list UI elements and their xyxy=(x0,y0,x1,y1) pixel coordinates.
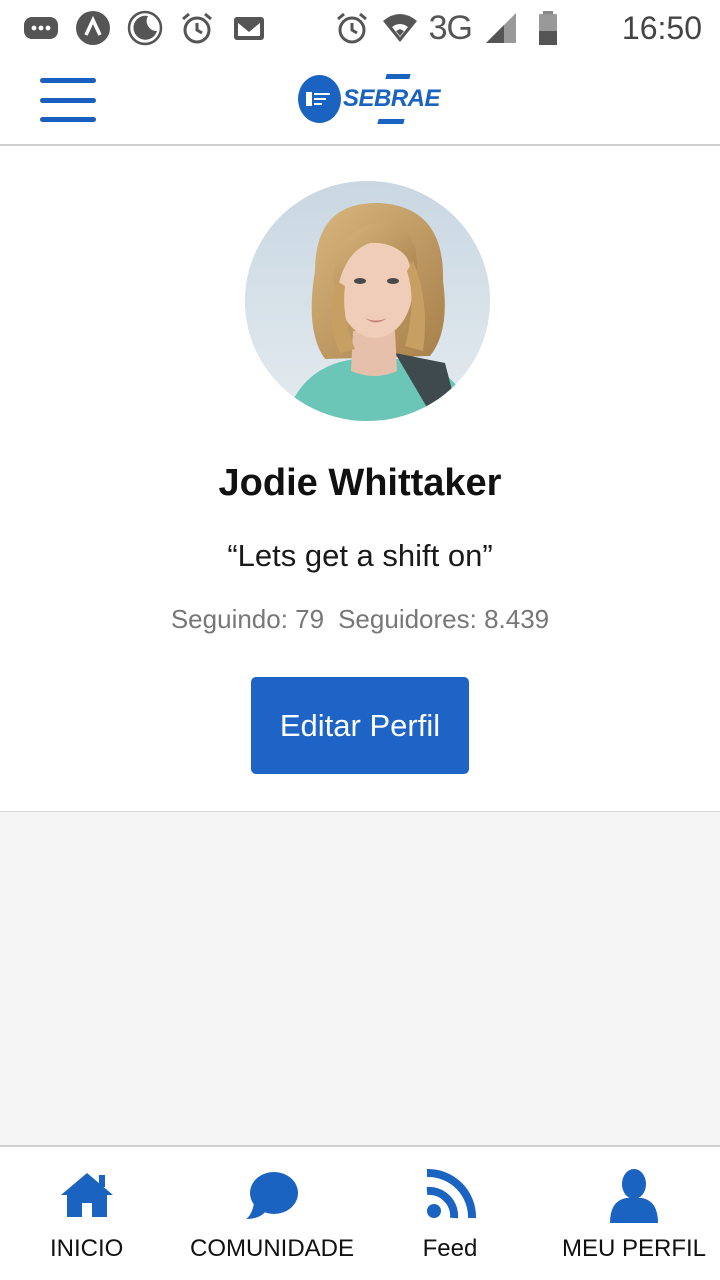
network-type: 3G xyxy=(428,8,473,47)
user-icon xyxy=(610,1169,659,1223)
profile-name: Jodie Whittaker xyxy=(218,462,502,504)
rss-feed-icon xyxy=(426,1168,477,1219)
nav-label-meu-perfil: MEU PERFIL xyxy=(562,1235,707,1262)
profile-quote: “Lets get a shift on” xyxy=(227,538,493,573)
app-icon xyxy=(74,9,112,47)
profile-stats: Seguindo: 79 Seguidores: 8.439 xyxy=(0,604,720,635)
wifi-icon xyxy=(381,9,419,47)
nav-label-feed: Feed xyxy=(422,1235,478,1262)
nav-item-comunidade[interactable]: COMUNIDADE xyxy=(190,1167,354,1263)
chat-bubble-icon xyxy=(246,1172,298,1219)
nav-item-meu-perfil[interactable]: MEU PERFIL xyxy=(562,1167,706,1263)
nav-label-comunidade: COMUNIDADE xyxy=(190,1235,355,1262)
alarm-icon xyxy=(178,9,216,47)
bottom-navigation: INICIO COMUNIDADE Feed MEU PERFIL xyxy=(0,1145,720,1280)
following-count[interactable]: Seguindo: 79 xyxy=(171,604,324,634)
more-notifications-icon xyxy=(22,9,60,47)
followers-count[interactable]: Seguidores: 8.439 xyxy=(338,604,549,634)
nav-item-inicio[interactable]: INICIO xyxy=(50,1167,123,1263)
hamburger-menu-icon[interactable] xyxy=(40,78,96,122)
home-icon xyxy=(60,1173,113,1217)
profile-feed-area xyxy=(0,812,720,1145)
nav-item-feed[interactable]: Feed xyxy=(420,1167,480,1263)
signal-icon xyxy=(482,9,520,47)
do-not-disturb-icon xyxy=(126,9,164,47)
sebrae-logo: SEBRAE xyxy=(298,70,441,128)
logo-emblem xyxy=(298,75,341,123)
logo-text: SEBRAE xyxy=(342,85,441,112)
status-bar: 3G 16:50 xyxy=(0,0,720,56)
edit-profile-button[interactable]: Editar Perfil xyxy=(251,677,469,774)
alarm-icon xyxy=(333,9,371,47)
avatar[interactable] xyxy=(245,181,490,421)
nav-label-inicio: INICIO xyxy=(50,1235,124,1262)
app-header: SEBRAE xyxy=(0,56,720,146)
clock: 16:50 xyxy=(621,9,702,46)
gmail-icon xyxy=(230,9,268,47)
battery-icon xyxy=(530,9,568,47)
profile-card: Jodie Whittaker “Lets get a shift on” Se… xyxy=(0,148,720,812)
